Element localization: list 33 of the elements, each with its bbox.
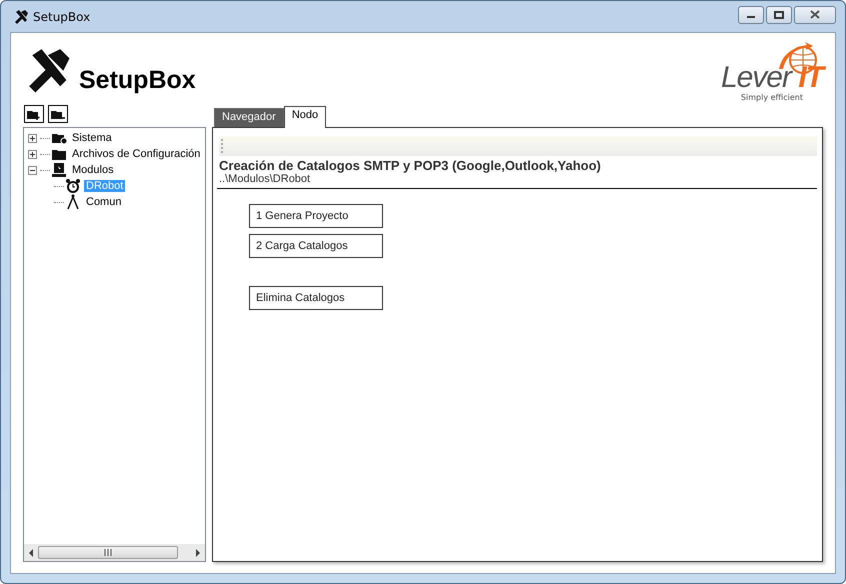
window-title: SetupBox (33, 10, 90, 24)
grip-icon (104, 549, 112, 556)
expander-plus-icon[interactable] (28, 134, 37, 142)
remove-folder-button[interactable] (48, 105, 68, 123)
tree-item[interactable]: Modulos (70, 164, 116, 176)
tab[interactable]: Navegador (214, 108, 284, 127)
action-button[interactable]: 2 Carga Catalogos (249, 234, 383, 258)
tree-item[interactable]: Comun (84, 196, 124, 208)
alarm-clock-icon (65, 178, 81, 194)
scrollbar-thumb[interactable] (38, 546, 178, 559)
action-button[interactable]: 1 Genera Proyecto (249, 204, 383, 228)
node-heading: Creación de Catalogos SMTP y POP3 (Google,Outlook,Yahoo) (219, 158, 602, 173)
node-path: ..\Modulos\DRobot (217, 173, 817, 189)
logo-tagline: Simply efficient (740, 92, 803, 102)
close-button[interactable] (794, 6, 836, 24)
add-folder-button[interactable] (24, 105, 44, 123)
monitor-icon (51, 162, 67, 178)
minimize-button[interactable] (738, 6, 764, 24)
expander-minus-icon[interactable] (28, 166, 37, 174)
app-title: SetupBox (79, 66, 196, 94)
tab[interactable]: Nodo (284, 106, 326, 128)
action-button[interactable]: Elimina Catalogos (249, 286, 383, 310)
expander-plus-icon[interactable] (28, 150, 37, 158)
grip-handle[interactable] (221, 139, 223, 153)
maximize-button[interactable] (766, 6, 792, 24)
close-icon (810, 10, 820, 19)
tree-item[interactable]: Archivos de Configuración (70, 148, 202, 160)
scroll-right-icon[interactable] (195, 548, 201, 556)
drafting-compass-icon (65, 194, 81, 210)
tree-item[interactable]: Sistema (70, 132, 114, 144)
tools-icon (13, 8, 29, 24)
scroll-left-icon[interactable] (28, 548, 34, 556)
maximize-icon (774, 10, 784, 18)
